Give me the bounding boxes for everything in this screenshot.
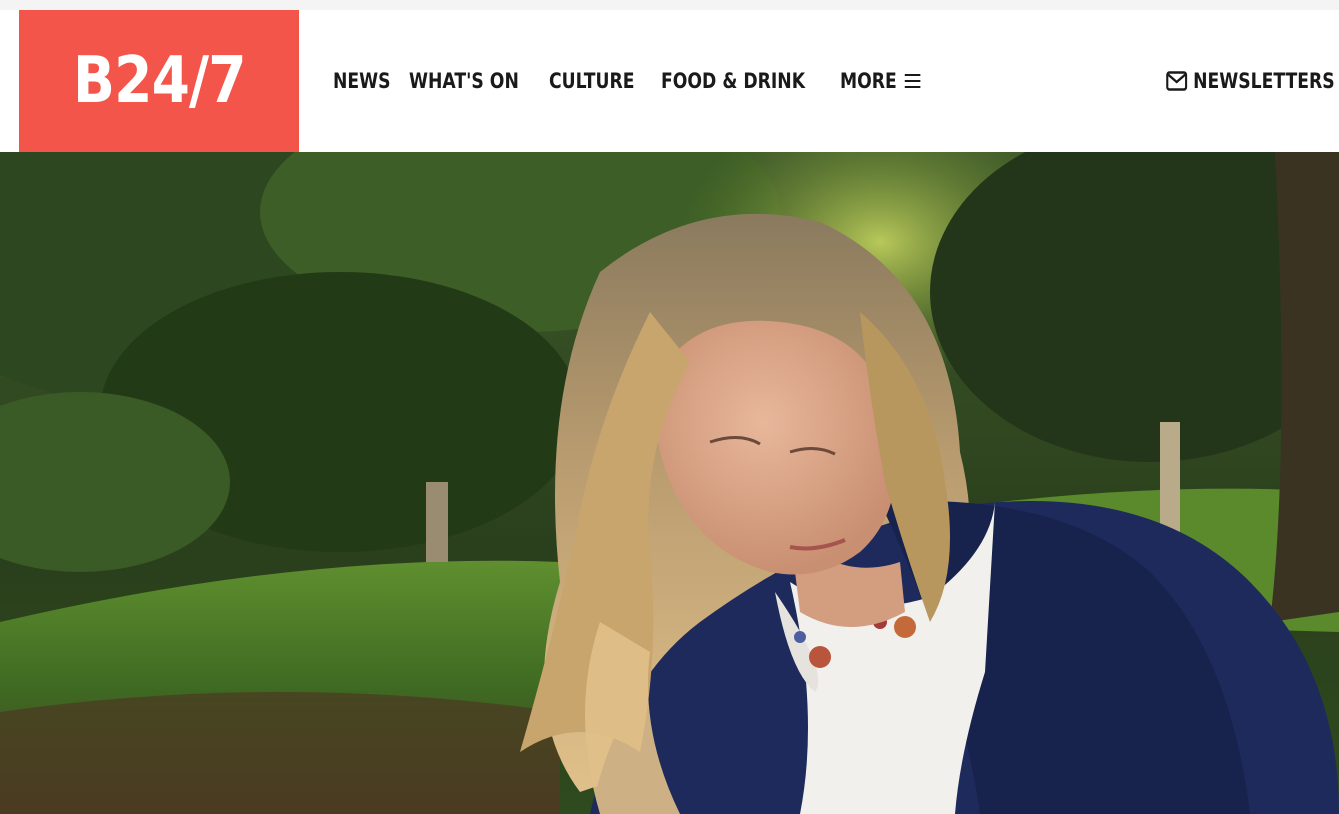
- nav-item-news[interactable]: NEWS: [333, 69, 391, 93]
- nav-item-label: FOOD & DRINK: [661, 69, 806, 93]
- hero-photo: [0, 152, 1339, 814]
- newsletters-link[interactable]: NEWSLETTERS: [1129, 10, 1335, 152]
- nav-item-whats-on[interactable]: WHAT'S ON: [409, 69, 519, 93]
- top-strip: [0, 0, 1339, 10]
- nav-item-more[interactable]: MORE: [840, 69, 921, 93]
- nav-item-label: CULTURE: [549, 69, 635, 93]
- main-nav: NEWS WHAT'S ON CULTURE FOOD & DRINK MORE: [333, 10, 938, 152]
- nav-item-label: WHAT'S ON: [409, 69, 520, 93]
- logo-text: B24/7: [72, 44, 247, 118]
- nav-item-label: NEWS: [333, 69, 391, 93]
- hero-image: [0, 152, 1339, 814]
- nav-item-culture[interactable]: CULTURE: [549, 69, 634, 93]
- hamburger-menu-icon: [905, 73, 921, 89]
- nav-item-food-drink[interactable]: FOOD & DRINK: [661, 69, 805, 93]
- site-header: B24/7 NEWS WHAT'S ON CULTURE FOOD & DRIN…: [0, 10, 1339, 152]
- newsletters-label: NEWSLETTERS: [1193, 69, 1335, 93]
- site-logo[interactable]: B24/7: [19, 10, 299, 152]
- nav-item-label: MORE: [840, 69, 897, 93]
- envelope-icon: [1166, 71, 1188, 91]
